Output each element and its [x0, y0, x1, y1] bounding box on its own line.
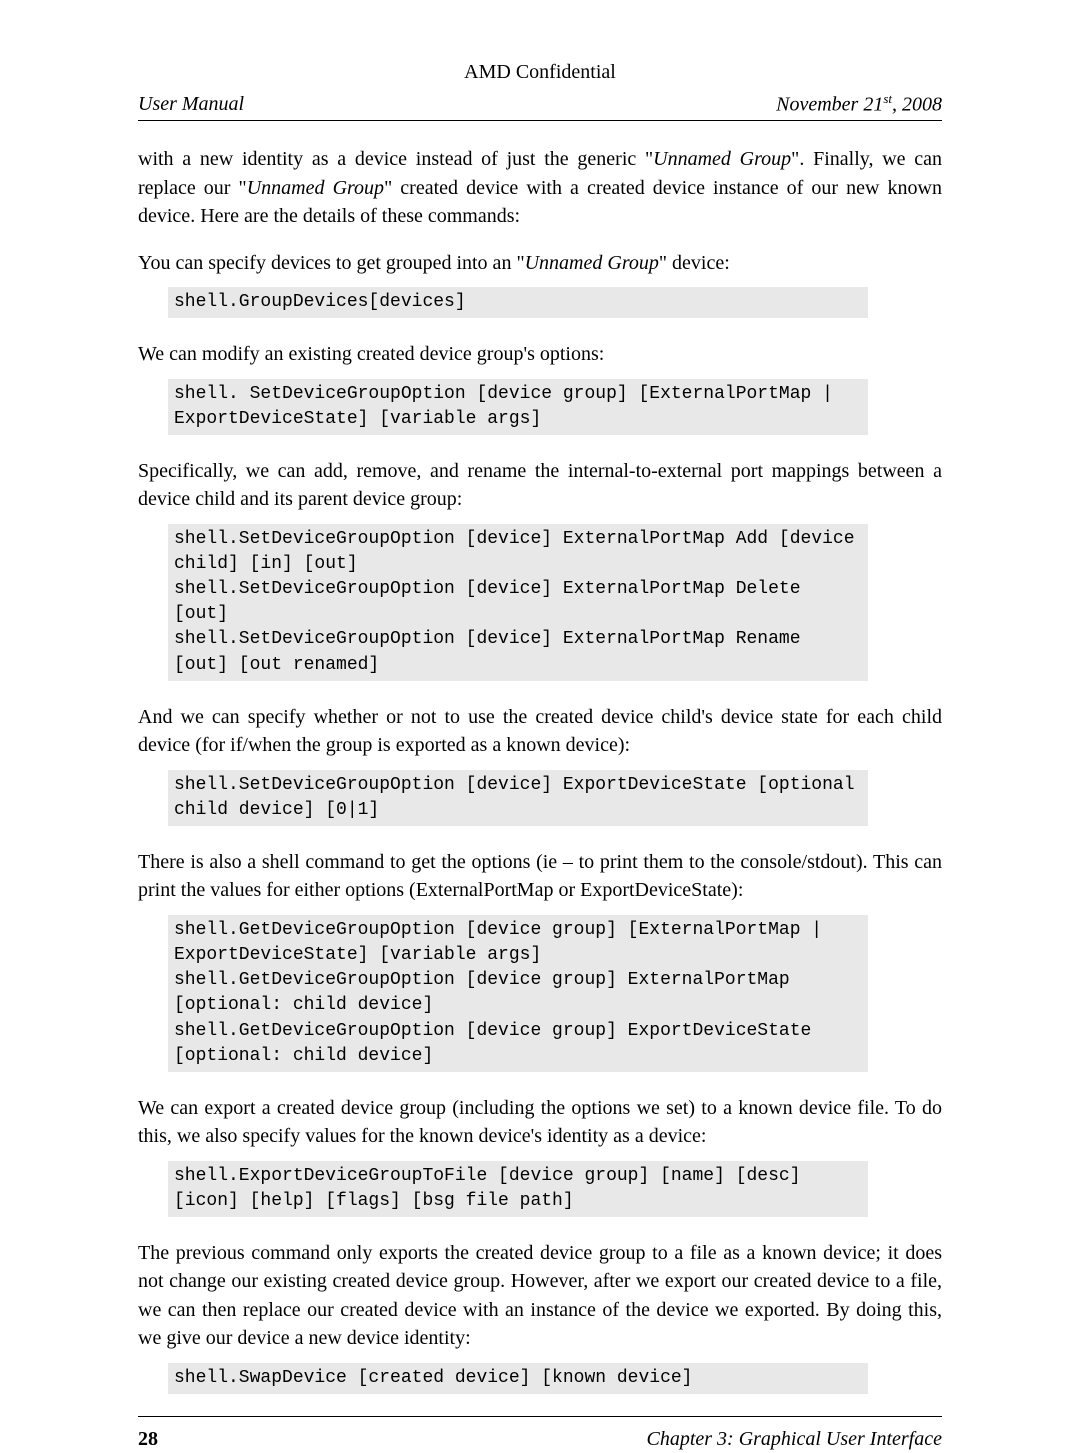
- code-swap-device: shell.SwapDevice [created device] [known…: [168, 1363, 868, 1394]
- classification-label: AMD Confidential: [138, 58, 942, 86]
- code-set-option: shell. SetDeviceGroupOption [device grou…: [168, 379, 868, 435]
- header-left: User Manual: [138, 90, 244, 119]
- footer: 28 Chapter 3: Graphical User Interface: [138, 1416, 942, 1453]
- paragraph-device-state: And we can specify whether or not to use…: [138, 703, 942, 760]
- paragraph-group-devices: You can specify devices to get grouped i…: [138, 249, 942, 277]
- paragraph-modify-options: We can modify an existing created device…: [138, 340, 942, 368]
- code-get-options: shell.GetDeviceGroupOption [device group…: [168, 915, 868, 1072]
- code-export-state: shell.SetDeviceGroupOption [device] Expo…: [168, 770, 868, 826]
- paragraph-swap-device: The previous command only exports the cr…: [138, 1239, 942, 1353]
- paragraph-port-mappings: Specifically, we can add, remove, and re…: [138, 457, 942, 514]
- paragraph-intro: with a new identity as a device instead …: [138, 145, 942, 230]
- header-line: User Manual November 21st, 2008: [138, 90, 942, 121]
- chapter-title: Chapter 3: Graphical User Interface: [646, 1425, 942, 1453]
- code-export-file: shell.ExportDeviceGroupToFile [device gr…: [168, 1161, 868, 1217]
- header-date: November 21st, 2008: [776, 90, 942, 119]
- paragraph-export-file: We can export a created device group (in…: [138, 1094, 942, 1151]
- page-number: 28: [138, 1425, 158, 1453]
- code-port-mappings: shell.SetDeviceGroupOption [device] Exte…: [168, 524, 868, 681]
- paragraph-get-options: There is also a shell command to get the…: [138, 848, 942, 905]
- code-group-devices: shell.GroupDevices[devices]: [168, 287, 868, 318]
